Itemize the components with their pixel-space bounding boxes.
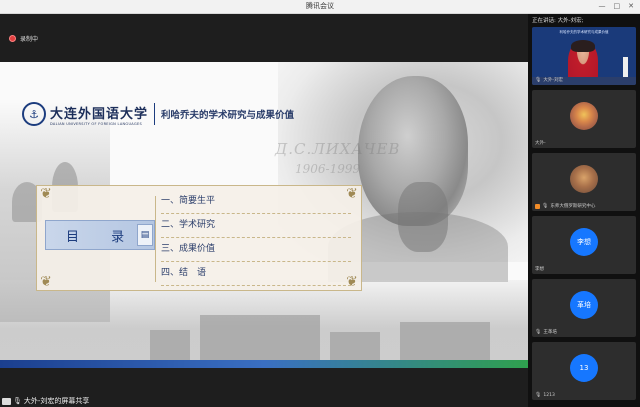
slide-bottom-stripe (0, 360, 528, 368)
toc-title: 目 录 (66, 230, 139, 245)
speaking-indicator: 正在讲话: 大外-刘宏; (532, 18, 584, 24)
table-of-contents: ❦ ❦ ❦ ❦ 目 录 ▤ 一、简要生平 二、学术研究 三、成果价值 四、结 语 (36, 185, 362, 291)
participant-tile[interactable]: 革培 🎙 王革培 (532, 279, 636, 337)
building (330, 332, 380, 360)
toc-item: 二、学术研究 (161, 219, 351, 243)
toc-item: 一、简要生平 (161, 195, 351, 219)
screen-share-bar: 🎙 大外-刘宏的屏幕共享 (0, 395, 528, 407)
toc-divider (155, 196, 156, 282)
microphone-icon: 🎙 (535, 77, 542, 83)
toc-item: 四、结 语 (161, 267, 351, 291)
participant-tile[interactable]: 大外- (532, 90, 636, 148)
participant-avatar: 革培 (570, 291, 598, 319)
building (400, 322, 490, 360)
building (150, 330, 190, 360)
portrait-signature: Д.С.ЛИХАЧЕВ (275, 140, 401, 158)
maximize-icon[interactable]: □ (614, 2, 621, 11)
minimize-icon[interactable]: — (599, 2, 606, 11)
participant-name: 李想 (535, 267, 544, 272)
participant-avatar: 13 (570, 354, 598, 382)
participant-tile[interactable]: 13 🎙 1213 (532, 342, 636, 400)
window-title: 腾讯会议 (306, 2, 334, 10)
title-bar: 腾讯会议 — □ ✕ (0, 0, 640, 14)
screen-share-label: 大外-刘宏的屏幕共享 (23, 397, 90, 405)
microphone-icon: 🎙 (13, 397, 22, 405)
university-logo: ⚓ 大连外国语大学 DALIAN UNIVERSITY OF FOREIGN L… (22, 102, 294, 126)
video-banner: 利哈乔夫的学术研究与成果价值 (559, 30, 609, 34)
building (200, 315, 320, 360)
participant-name: 王革培 (543, 330, 557, 335)
participant-tile[interactable]: 利哈乔夫的学术研究与成果价值 🎙 大外-刘宏 (532, 27, 636, 85)
microphone-icon: 🎙 (535, 329, 542, 335)
microphone-icon: 🎙 (542, 203, 549, 209)
logo-divider (154, 103, 156, 125)
participant-name: 大外- (535, 141, 546, 146)
participant-avatar (570, 165, 598, 193)
university-seal-icon: ⚓ (22, 102, 46, 126)
participant-avatar (570, 102, 598, 130)
recording-icon[interactable] (9, 35, 16, 42)
participant-tile[interactable]: 🎙 东师大俄罗斯研究中心 (532, 153, 636, 211)
screen-share-icon (2, 397, 11, 405)
microphone-icon: 🎙 (535, 392, 542, 398)
recording-bar: 录制中 (0, 14, 528, 62)
participant-name: 东师大俄罗斯研究中心 (550, 204, 596, 209)
speaker-hair (571, 40, 595, 52)
toc-title-box: 目 录 ▤ (45, 220, 155, 250)
portrait-years: 1906-1999 (295, 162, 361, 176)
participant-avatar: 李想 (570, 228, 598, 256)
ornament-icon: ❦ (40, 186, 52, 202)
host-badge-icon (535, 203, 540, 209)
shared-screen-area: 录制中 ⚓ 大连外国语大学 DALIAN UNIVERSITY OF FOREI… (0, 14, 528, 407)
toc-item: 三、成果价值 (161, 243, 351, 267)
participant-name: 大外-刘宏 (543, 78, 563, 83)
university-name-cn: 大连外国语大学 (50, 106, 149, 122)
ornament-icon: ❦ (40, 274, 52, 290)
participant-tile[interactable]: 李想 李想 (532, 216, 636, 274)
presentation-slide: ⚓ 大连外国语大学 DALIAN UNIVERSITY OF FOREIGN L… (0, 62, 528, 368)
participant-name: 1213 (543, 392, 555, 398)
book-icon: ▤ (137, 224, 153, 246)
slide-topic: 利哈乔夫的学术研究与成果价值 (161, 110, 295, 121)
participant-sidebar: 正在讲话: 大外-刘宏; 利哈乔夫的学术研究与成果价值 🎙 大外-刘宏 大外- … (528, 14, 640, 407)
close-icon[interactable]: ✕ (628, 2, 634, 11)
university-name-en: DALIAN UNIVERSITY OF FOREIGN LANGUAGES (50, 121, 142, 126)
portrait-hand (398, 182, 448, 252)
flag-icon (623, 57, 628, 77)
recording-label: 录制中 (20, 36, 39, 43)
